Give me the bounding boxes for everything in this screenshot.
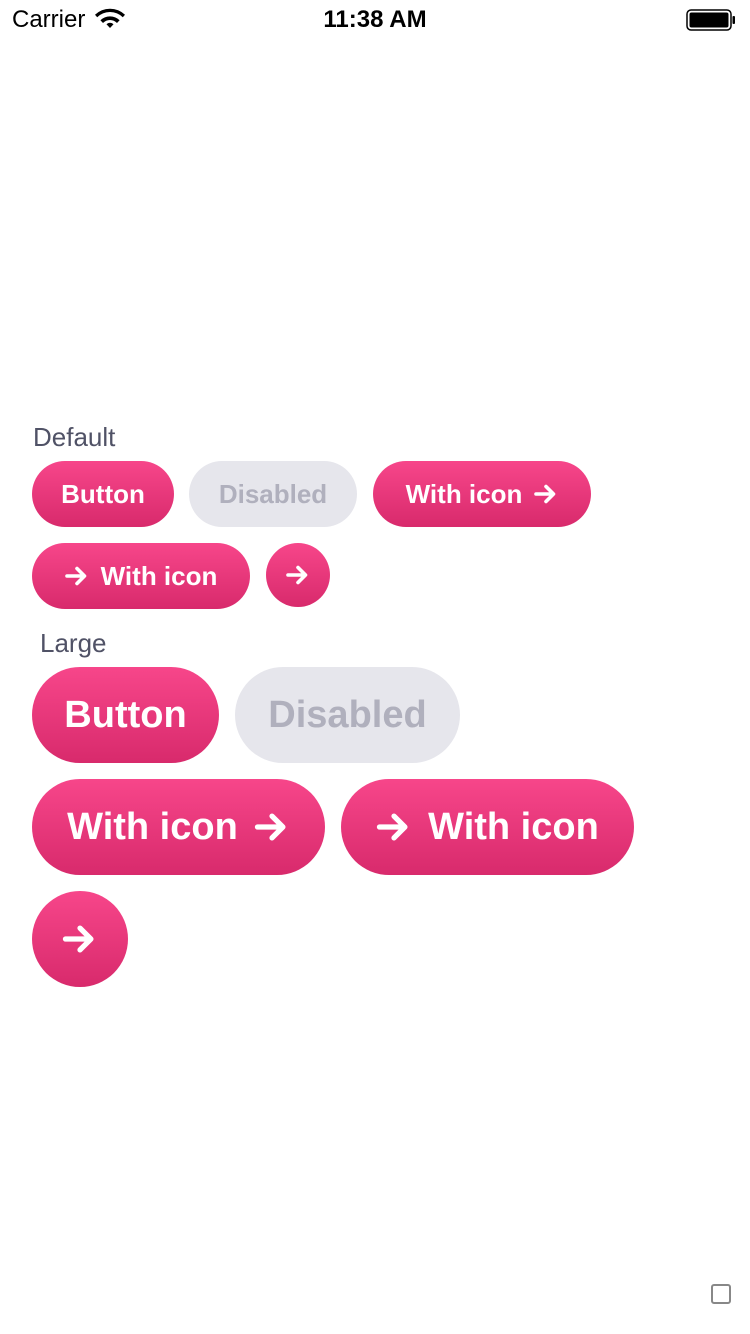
arrow-right-icon: [286, 565, 308, 585]
large-with-icon-left-button[interactable]: With icon: [341, 779, 634, 875]
large-with-icon-left-label: With icon: [428, 805, 599, 848]
arrow-right-icon: [254, 813, 286, 841]
default-button[interactable]: Button: [32, 461, 174, 527]
arrow-right-icon: [377, 813, 408, 841]
default-with-icon-right-label: With icon: [405, 478, 523, 509]
section-label-large: Large: [40, 628, 107, 658]
default-with-icon-left-button[interactable]: With icon: [32, 543, 250, 609]
default-disabled-label: Disabled: [218, 478, 328, 509]
large-button-label: Button: [64, 693, 187, 736]
section-label-default: Default: [33, 422, 116, 452]
large-disabled-button: Disabled: [235, 667, 460, 763]
arrow-right-icon: [534, 484, 556, 504]
large-with-icon-right-button[interactable]: With icon: [32, 779, 325, 875]
corner-square-control[interactable]: [711, 1284, 731, 1304]
large-button[interactable]: Button: [32, 667, 219, 763]
screen: Carrier 11:38 AM Default Button Disabled…: [0, 0, 750, 1334]
default-with-icon-right-button[interactable]: With icon: [373, 461, 591, 527]
large-with-icon-right-label: With icon: [67, 805, 238, 848]
default-icon-only-button[interactable]: [266, 543, 330, 607]
default-button-label: Button: [61, 478, 145, 509]
status-bar: Carrier 11:38 AM: [0, 0, 750, 40]
battery-icon: [686, 9, 735, 31]
arrow-right-icon: [64, 566, 86, 586]
large-disabled-label: Disabled: [268, 693, 427, 736]
large-icon-only-button[interactable]: [32, 891, 128, 987]
default-disabled-button: Disabled: [189, 461, 357, 527]
status-time: 11:38 AM: [323, 6, 427, 33]
arrow-right-icon: [62, 925, 94, 953]
default-with-icon-left-label: With icon: [100, 560, 218, 591]
